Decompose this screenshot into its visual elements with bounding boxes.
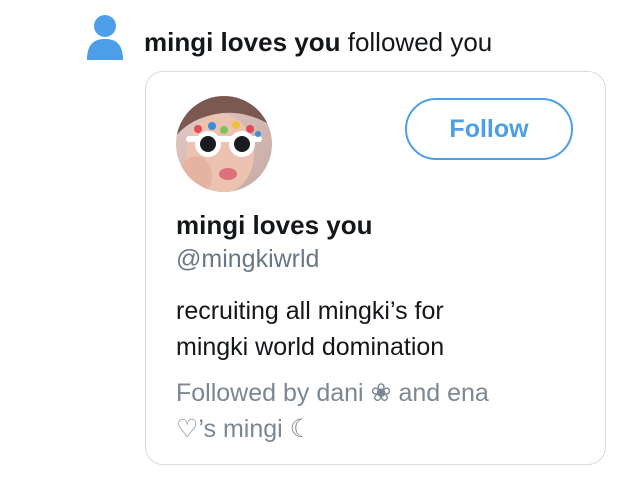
- follow-button[interactable]: Follow: [405, 98, 573, 160]
- bio-line: mingki world domination: [176, 333, 445, 361]
- bio-line: recruiting all mingki’s for: [176, 297, 444, 325]
- bio: recruiting all mingki’s for mingki world…: [176, 293, 576, 365]
- followed-by-text[interactable]: Followed by dani ❀ and ena ♡’s mingi ☾: [176, 375, 586, 447]
- person-icon: [87, 15, 123, 60]
- user-handle[interactable]: @mingkiwrld: [176, 245, 319, 274]
- follower-name-link[interactable]: mingi loves you: [144, 27, 341, 57]
- notification-text: mingi loves you followed you: [144, 26, 492, 58]
- notification-view: mingi loves you followed you Follow ming…: [0, 0, 640, 488]
- profile-card[interactable]: Follow mingi loves you @mingkiwrld recru…: [145, 71, 606, 465]
- avatar-image: [176, 96, 272, 192]
- notification-action-text: followed you: [340, 27, 493, 57]
- followed-by-line: Followed by dani ❀ and ena: [176, 379, 489, 407]
- followed-by-line: ♡’s mingi ☾: [176, 415, 313, 443]
- avatar[interactable]: [176, 96, 272, 192]
- display-name[interactable]: mingi loves you: [176, 210, 373, 241]
